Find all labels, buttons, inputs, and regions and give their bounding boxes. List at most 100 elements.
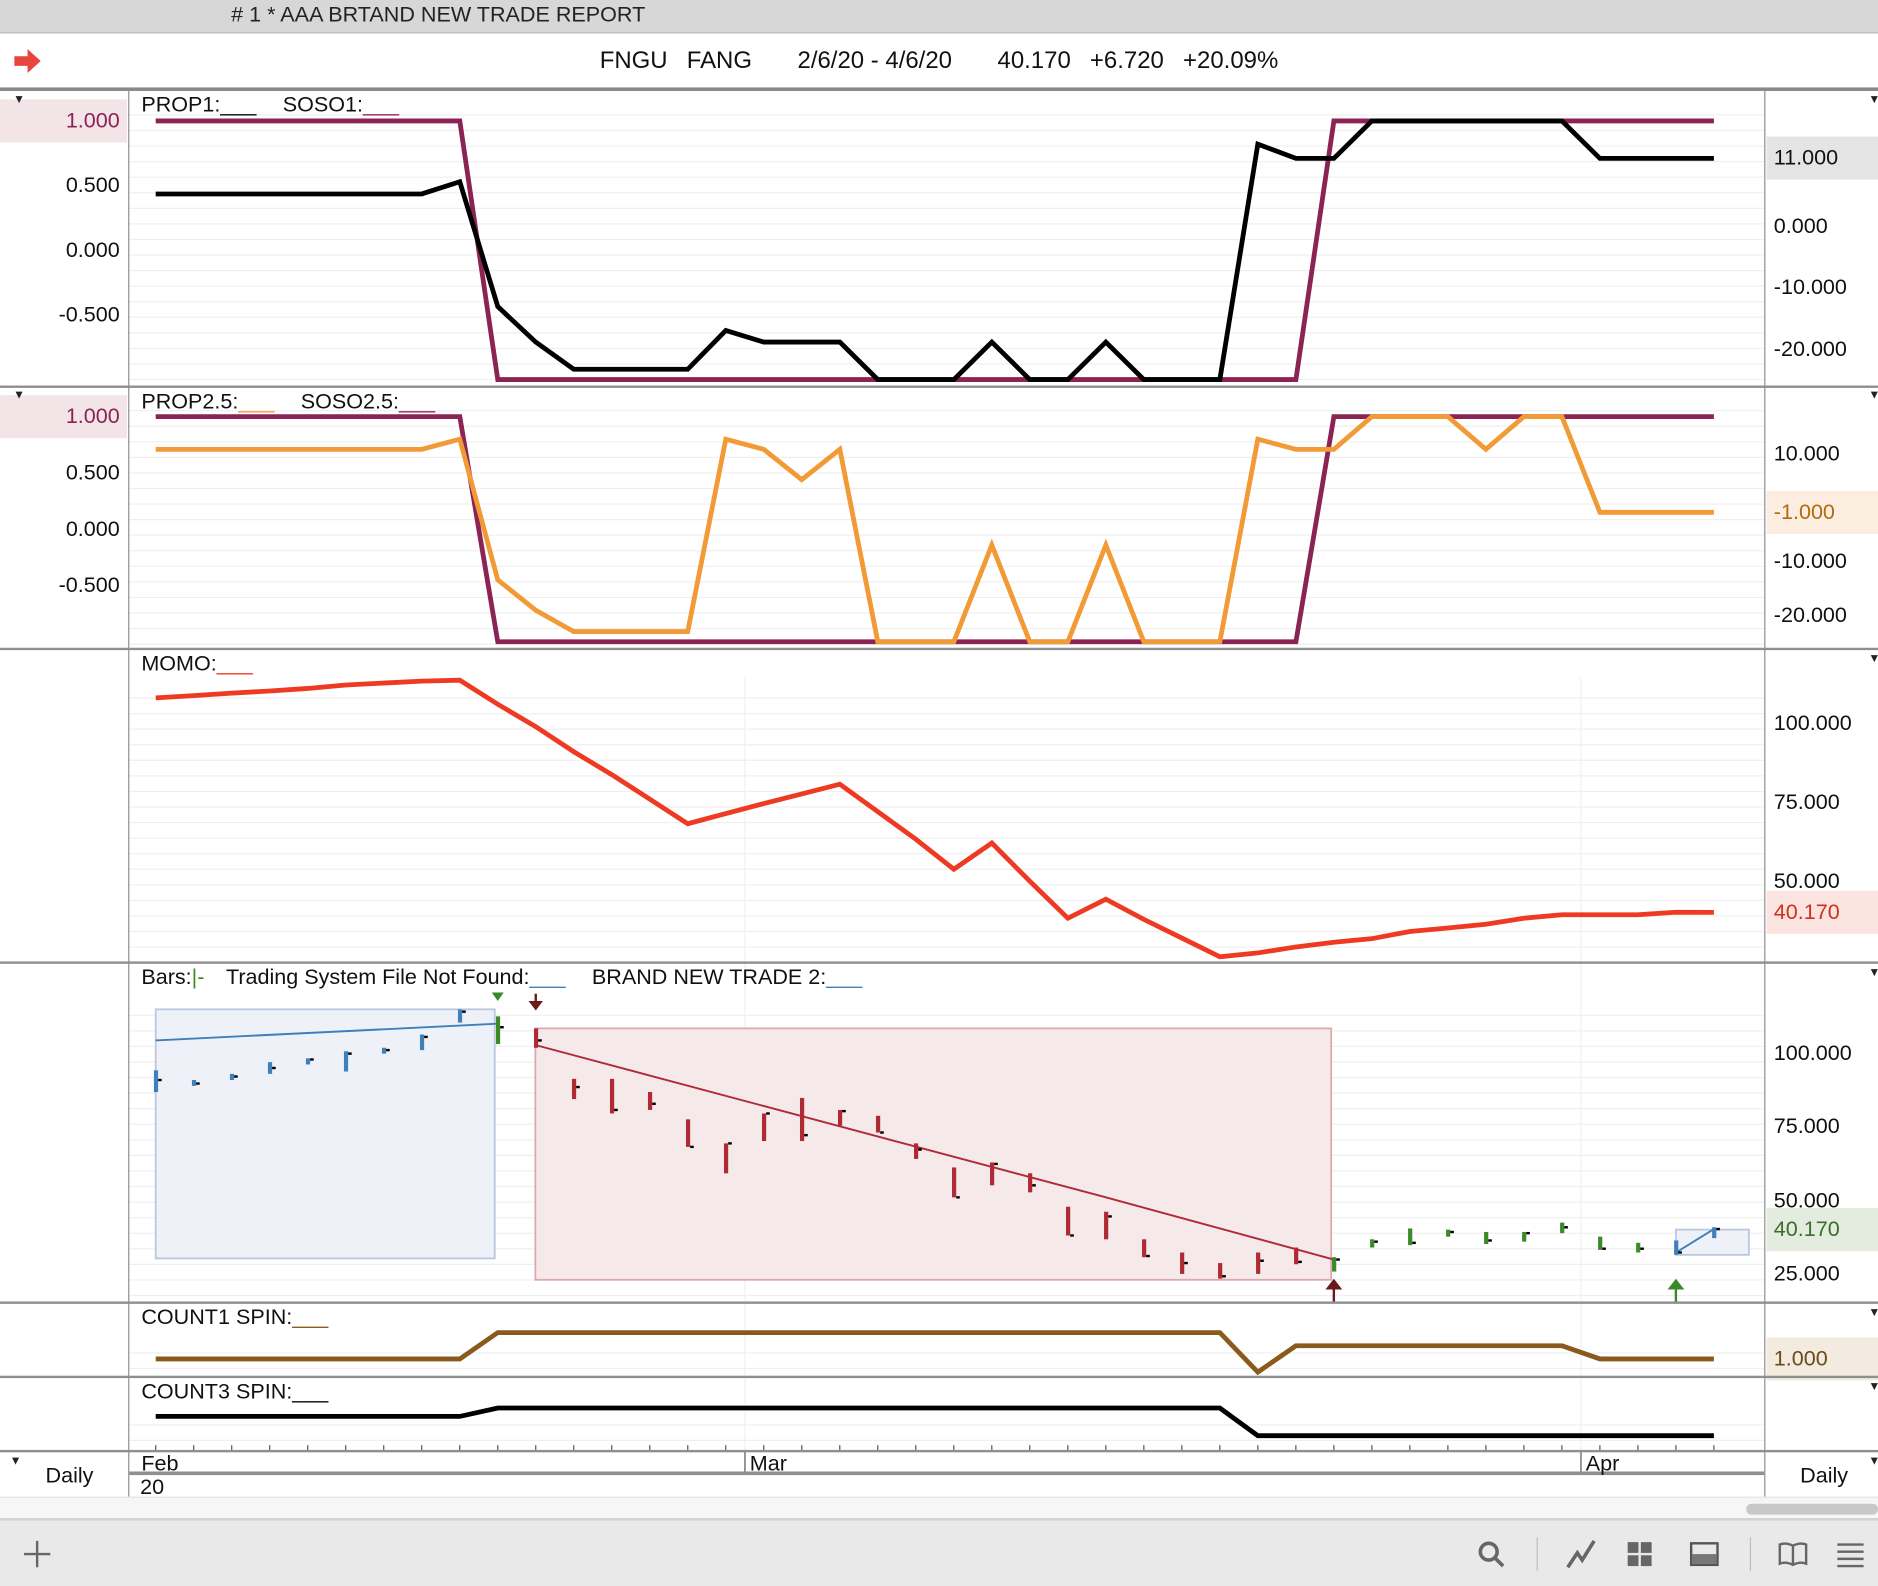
price-bar xyxy=(647,1092,653,1110)
panel3-legend: MOMO:___ xyxy=(141,651,279,676)
panel-divider[interactable] xyxy=(0,1375,1878,1379)
panel-divider[interactable] xyxy=(0,961,1878,964)
y-tick-label: 0.500 xyxy=(65,460,120,485)
collapse-triangle-icon[interactable]: ▼ xyxy=(1868,966,1878,979)
legend-label: SOSO2.5: xyxy=(300,389,400,414)
close-tick xyxy=(1336,1258,1340,1261)
x-month-label: Apr xyxy=(1585,1451,1620,1476)
price-bar xyxy=(1180,1252,1185,1274)
close-tick xyxy=(1526,1231,1530,1235)
close-tick xyxy=(1716,1227,1720,1231)
price-bar xyxy=(837,1109,843,1126)
collapse-triangle-icon[interactable]: ▼ xyxy=(1868,1455,1878,1468)
last-price-label: 40.170 xyxy=(1773,1217,1840,1242)
plus-icon[interactable] xyxy=(20,1537,54,1571)
y-tick-label: 0.000 xyxy=(65,237,120,262)
period-selector-left[interactable]: Daily xyxy=(46,1463,94,1488)
panel4-legend: Bars:|- Trading System File Not Found:___… xyxy=(141,965,888,990)
close-tick xyxy=(1298,1260,1302,1264)
price-bar xyxy=(609,1078,615,1114)
price-bar xyxy=(723,1143,729,1174)
collapse-triangle-icon[interactable]: ▼ xyxy=(13,389,25,402)
price-bar xyxy=(153,1070,159,1093)
close-tick xyxy=(538,1039,542,1042)
price-bar xyxy=(1332,1257,1337,1272)
grid-icon[interactable] xyxy=(1623,1537,1657,1571)
price-bar xyxy=(1104,1211,1109,1240)
panel-divider[interactable] xyxy=(0,385,1878,388)
y-tick-label: 0.500 xyxy=(65,173,120,197)
price-bar xyxy=(533,1028,539,1048)
price-bar xyxy=(1598,1236,1603,1250)
close-tick xyxy=(500,1026,504,1029)
close-tick xyxy=(272,1066,276,1070)
close-tick xyxy=(1488,1239,1492,1242)
line-chart-icon[interactable] xyxy=(1564,1537,1598,1571)
price-bar xyxy=(343,1051,349,1072)
price-bar xyxy=(1218,1263,1223,1279)
series-line-soso1 xyxy=(155,118,1714,382)
panel-icon[interactable] xyxy=(1688,1537,1722,1571)
close-tick xyxy=(196,1082,200,1085)
close-tick xyxy=(1412,1241,1416,1245)
y-tick-label: 100.000 xyxy=(1773,710,1852,735)
price-bar xyxy=(799,1097,805,1142)
collapse-triangle-icon[interactable]: ▼ xyxy=(1868,389,1878,402)
panel6-legend: COUNT3 SPIN:___ xyxy=(141,1379,354,1404)
close-tick xyxy=(576,1085,580,1089)
price-bar xyxy=(1028,1173,1033,1193)
bottom-toolbar xyxy=(0,1518,1878,1586)
close-tick xyxy=(158,1078,162,1082)
period-selector-right[interactable]: Daily xyxy=(1800,1463,1848,1488)
close-tick xyxy=(462,1010,466,1013)
toolbar-separator xyxy=(1536,1537,1538,1571)
close-tick xyxy=(1678,1251,1682,1254)
y-tick-label: -20.000 xyxy=(1773,337,1847,361)
close-tick xyxy=(1260,1259,1264,1262)
close-tick xyxy=(310,1058,314,1061)
trade-zone-blue xyxy=(154,1008,496,1260)
series-line-momo xyxy=(155,677,1714,960)
collapse-triangle-icon[interactable]: ▼ xyxy=(1868,1306,1878,1319)
legend-swatch: ___ xyxy=(292,1379,329,1404)
toolbar-separator xyxy=(1749,1537,1752,1571)
chart-plot-area[interactable] xyxy=(0,0,1878,1584)
collapse-triangle-icon[interactable]: ▼ xyxy=(13,93,25,106)
y-tick-label: -10.000 xyxy=(1773,548,1847,573)
panel-divider[interactable] xyxy=(0,647,1878,651)
collapse-triangle-icon[interactable]: ▼ xyxy=(1868,1380,1878,1393)
price-bar xyxy=(876,1115,881,1133)
close-tick xyxy=(614,1108,618,1112)
close-tick xyxy=(652,1102,656,1105)
collapse-triangle-icon[interactable]: ▼ xyxy=(1868,93,1878,106)
scrollbar-thumb[interactable] xyxy=(1746,1503,1878,1515)
y-tick-label: -0.500 xyxy=(58,572,120,597)
price-bar xyxy=(952,1167,957,1198)
price-bar xyxy=(1522,1231,1527,1242)
close-tick xyxy=(1032,1184,1036,1187)
price-bar xyxy=(761,1113,767,1142)
y-tick-label: 1.000 xyxy=(65,404,120,429)
book-icon[interactable] xyxy=(1776,1537,1810,1571)
close-tick xyxy=(386,1048,390,1052)
list-icon[interactable] xyxy=(1834,1537,1868,1571)
collapse-triangle-icon[interactable]: ▼ xyxy=(10,1455,22,1468)
legend-swatch: ___ xyxy=(216,651,253,676)
panel-divider[interactable] xyxy=(0,1301,1878,1304)
legend-swatch: ___ xyxy=(529,965,566,989)
y-tick-label: 1.000 xyxy=(65,108,120,133)
price-bar xyxy=(267,1062,273,1074)
collapse-triangle-icon[interactable]: ▼ xyxy=(1868,653,1878,666)
close-tick xyxy=(918,1148,922,1151)
price-bar xyxy=(457,1009,463,1023)
price-bar xyxy=(914,1143,919,1159)
search-icon[interactable] xyxy=(1474,1537,1508,1571)
close-tick xyxy=(842,1109,846,1113)
price-bar xyxy=(229,1073,235,1081)
horizontal-scrollbar[interactable] xyxy=(0,1496,1878,1520)
y-tick-label: 50.000 xyxy=(1773,1188,1840,1213)
sell-arrow-icon xyxy=(528,993,543,1011)
legend-swatch: ___ xyxy=(363,92,400,117)
price-bar xyxy=(571,1078,577,1100)
price-bar xyxy=(381,1047,387,1054)
